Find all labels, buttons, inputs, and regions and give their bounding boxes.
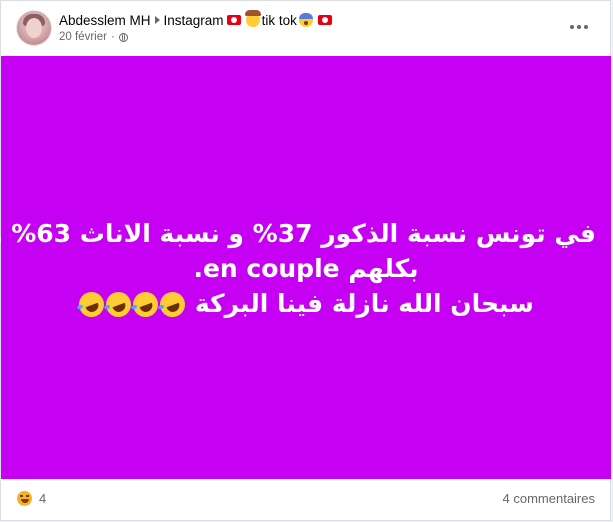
post-date[interactable]: 20 février bbox=[59, 31, 107, 43]
post-text-line-2: بكلهم en couple. bbox=[193, 254, 419, 283]
avatar-face bbox=[26, 18, 42, 38]
post-meta: 20 février · bbox=[59, 31, 128, 43]
screaming-emoji-icon bbox=[298, 13, 313, 27]
more-dot-icon bbox=[570, 25, 574, 29]
post-background: في تونس نسبة الذكور 37% و نسبة الاناث 63… bbox=[0, 56, 611, 479]
comments-count-link[interactable]: 4 commentaires bbox=[503, 491, 595, 506]
post-header: Abdesslem MH Instagram tik tok 20 févrie… bbox=[1, 1, 612, 55]
destination-extra: tik tok bbox=[261, 12, 297, 28]
rolling-laughing-emoji-icon bbox=[75, 288, 108, 321]
reaction-count[interactable]: 4 bbox=[39, 491, 46, 506]
post-card: Abdesslem MH Instagram tik tok 20 févrie… bbox=[0, 0, 611, 521]
post-text-line-3: سبحان الله نازلة فينا البركة bbox=[16, 286, 596, 321]
more-dot-icon bbox=[584, 25, 588, 29]
post-footer: 4 4 commentaires bbox=[1, 479, 611, 521]
globe-icon[interactable] bbox=[118, 32, 128, 42]
author-name[interactable]: Abdesslem MH bbox=[59, 13, 151, 28]
rolling-laughing-emoji-icon bbox=[156, 288, 189, 321]
destination-name[interactable]: Instagram bbox=[164, 13, 224, 28]
arrow-right-icon bbox=[154, 16, 160, 24]
more-options-button[interactable] bbox=[564, 14, 594, 40]
author-avatar[interactable] bbox=[16, 10, 52, 46]
post-text-line-1: في تونس نسبة الذكور 37% و نسبة الاناث 63… bbox=[0, 219, 596, 248]
post-text: في تونس نسبة الذكور 37% و نسبة الاناث 63… bbox=[0, 216, 596, 321]
tunisia-flag-icon bbox=[317, 15, 332, 25]
post-title-line: Abdesslem MH Instagram tik tok bbox=[59, 10, 335, 29]
post-text-line-3-words: سبحان الله نازلة فينا البركة bbox=[194, 289, 534, 318]
rolling-laughing-emoji-icon bbox=[102, 288, 135, 321]
rolling-laughing-emoji-icon bbox=[129, 288, 162, 321]
haha-reaction-icon[interactable] bbox=[16, 490, 33, 507]
tunisia-flag-icon bbox=[226, 15, 241, 25]
more-dot-icon bbox=[577, 25, 581, 29]
laugh-emoji-group bbox=[75, 288, 189, 321]
meta-separator: · bbox=[110, 31, 115, 43]
cowboy-emoji-icon bbox=[244, 10, 261, 27]
